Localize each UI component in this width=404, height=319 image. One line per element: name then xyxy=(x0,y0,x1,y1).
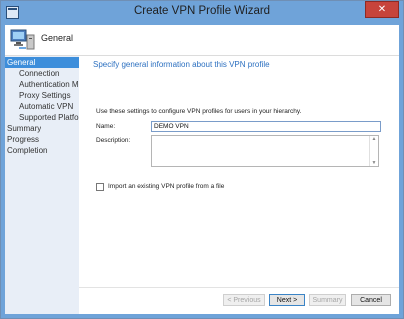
sidebar-item-progress[interactable]: Progress xyxy=(7,134,39,145)
previous-button[interactable]: < Previous xyxy=(223,294,265,306)
sidebar-item-automatic-vpn[interactable]: Automatic VPN xyxy=(19,101,73,112)
sidebar-item-proxy-settings[interactable]: Proxy Settings xyxy=(19,90,71,101)
sidebar-item-general[interactable]: General xyxy=(5,57,79,68)
name-field[interactable]: DEMO VPN xyxy=(151,121,381,132)
summary-button[interactable]: Summary xyxy=(309,294,346,306)
close-button[interactable]: ✕ xyxy=(365,1,399,18)
sidebar-item-completion[interactable]: Completion xyxy=(7,145,47,156)
description-scrollbar[interactable]: ▲ ▼ xyxy=(369,136,378,166)
main-panel: Specify general information about this V… xyxy=(79,56,399,314)
scroll-down-icon[interactable]: ▼ xyxy=(370,160,378,166)
wizard-sidebar: General Connection Authentication Meth P… xyxy=(5,56,79,314)
next-button[interactable]: Next > xyxy=(269,294,305,306)
wizard-content: General General Connection Authenticatio… xyxy=(5,25,399,314)
wizard-window: Create VPN Profile Wizard ✕ General Gene… xyxy=(0,0,404,319)
name-label: Name: xyxy=(96,123,116,130)
sidebar-item-summary[interactable]: Summary xyxy=(7,123,41,134)
description-label: Description: xyxy=(96,137,131,144)
import-checkbox[interactable] xyxy=(96,183,104,191)
import-label[interactable]: Import an existing VPN profile from a fi… xyxy=(108,183,224,190)
scroll-up-icon[interactable]: ▲ xyxy=(370,136,378,142)
sidebar-item-connection[interactable]: Connection xyxy=(19,68,59,79)
sidebar-item-authentication-method[interactable]: Authentication Meth xyxy=(19,79,79,90)
footer-divider xyxy=(79,287,399,288)
sidebar-item-supported-platforms[interactable]: Supported Platform xyxy=(19,112,79,123)
computer-icon xyxy=(10,29,35,50)
wizard-header: General xyxy=(5,25,399,56)
title-bar[interactable]: Create VPN Profile Wizard ✕ xyxy=(1,1,403,25)
description-field[interactable]: ▲ ▼ xyxy=(151,135,379,167)
window-title: Create VPN Profile Wizard xyxy=(133,5,271,17)
header-label: General xyxy=(41,33,74,43)
page-heading: Specify general information about this V… xyxy=(93,60,270,69)
cancel-button[interactable]: Cancel xyxy=(351,294,391,306)
intro-text: Use these settings to configure VPN prof… xyxy=(96,108,302,115)
